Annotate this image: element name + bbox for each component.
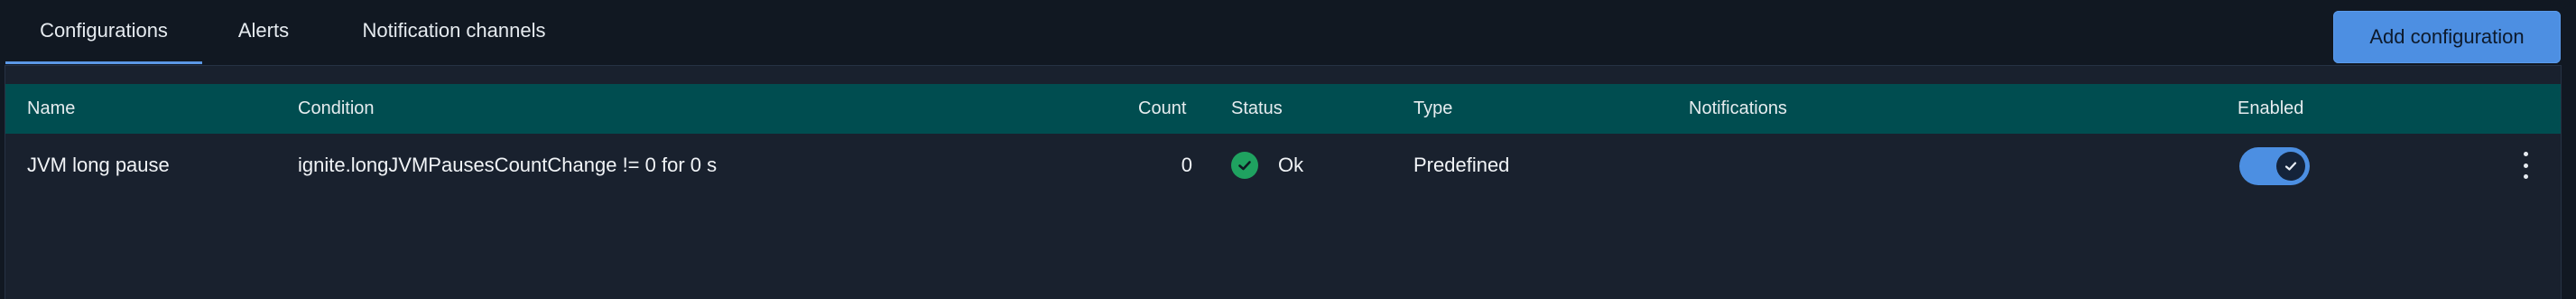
toggle-knob — [2276, 152, 2305, 181]
add-configuration-button[interactable]: Add configuration — [2333, 11, 2561, 63]
column-header-type[interactable]: Type — [1413, 84, 1452, 134]
table-header: Name Condition Count Status Type Notific… — [5, 84, 2561, 134]
column-header-notifications[interactable]: Notifications — [1689, 84, 1787, 134]
table-row[interactable]: JVM long pause ignite.longJVMPausesCount… — [5, 134, 2561, 197]
column-header-enabled[interactable]: Enabled — [2238, 84, 2303, 134]
check-icon — [2284, 162, 2297, 171]
tab-configurations[interactable]: Configurations — [5, 0, 202, 64]
cell-condition: ignite.longJVMPausesCountChange != 0 for… — [298, 154, 718, 176]
enabled-toggle[interactable] — [2239, 147, 2310, 185]
cell-count: 0 — [1181, 154, 1192, 176]
row-menu-icon[interactable] — [2516, 152, 2534, 179]
column-header-condition[interactable]: Condition — [298, 84, 375, 134]
configurations-table: Name Condition Count Status Type Notific… — [5, 65, 2562, 299]
cell-name: JVM long pause — [27, 154, 170, 176]
column-header-status[interactable]: Status — [1231, 84, 1283, 134]
status-text: Ok — [1278, 154, 1304, 176]
checkmark-icon — [1238, 161, 1251, 171]
column-header-name[interactable]: Name — [27, 84, 75, 134]
alerting-configurations-page: Configurations Alerts Notification chann… — [0, 0, 2576, 299]
column-header-count[interactable]: Count — [1138, 84, 1186, 134]
check-circle-icon — [1231, 152, 1258, 179]
tab-alerts[interactable]: Alerts — [217, 0, 310, 61]
tab-bar: Configurations Alerts Notification chann… — [0, 0, 2576, 65]
tab-notification-channels[interactable]: Notification channels — [341, 0, 567, 61]
cell-status: Ok — [1231, 134, 1303, 197]
cell-type: Predefined — [1413, 154, 1510, 176]
